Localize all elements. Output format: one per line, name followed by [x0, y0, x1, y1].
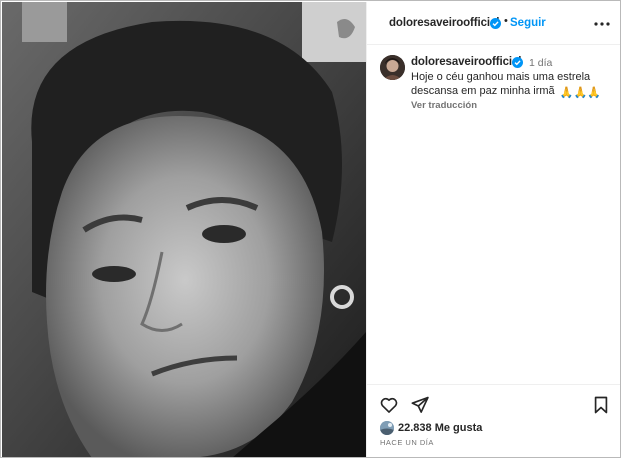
verified-badge-icon — [512, 57, 523, 68]
post-side-panel: doloresaveiroofficial • Seguir doloresav… — [366, 2, 620, 457]
heart-icon[interactable] — [379, 395, 399, 415]
avatar[interactable] — [380, 55, 405, 80]
more-options-icon[interactable] — [593, 15, 611, 33]
post-date[interactable]: HACE UN DÍA — [380, 438, 434, 447]
header-username[interactable]: doloresaveiroofficial — [389, 17, 499, 29]
caption-line-text: descansa em paz minha irmã — [411, 84, 555, 97]
separator-dot: • — [504, 15, 508, 27]
see-translation-link[interactable]: Ver traducción — [411, 100, 477, 111]
instagram-post: doloresaveiroofficial • Seguir doloresav… — [0, 0, 621, 458]
liker-avatar[interactable] — [380, 421, 394, 435]
avatar-image — [380, 55, 405, 80]
liker-avatar-image — [380, 421, 394, 435]
verified-badge-icon — [490, 18, 501, 29]
post-photo[interactable] — [2, 2, 366, 457]
post-actions: 22.838 Me gusta HACE UN DÍA — [367, 384, 620, 457]
caption-timestamp[interactable]: 1 día — [529, 57, 552, 69]
bookmark-icon[interactable] — [591, 395, 611, 415]
caption-line: Hoje o céu ganhou mais uma estrela — [411, 71, 591, 83]
portrait-photo — [2, 2, 366, 457]
likes-count[interactable]: 22.838 Me gusta — [398, 422, 482, 434]
caption-username[interactable]: doloresaveiroofficial — [411, 56, 521, 68]
caption-line: descansa em paz minha irmã 🙏🙏🙏 — [411, 85, 611, 101]
follow-button[interactable]: Seguir — [510, 17, 546, 29]
praying-hands-emoji: 🙏🙏🙏 — [559, 86, 601, 99]
caption-text: Hoje o céu ganhou mais uma estrela desca… — [411, 71, 611, 100]
share-icon[interactable] — [410, 395, 430, 415]
post-header: doloresaveiroofficial • Seguir — [367, 2, 620, 45]
